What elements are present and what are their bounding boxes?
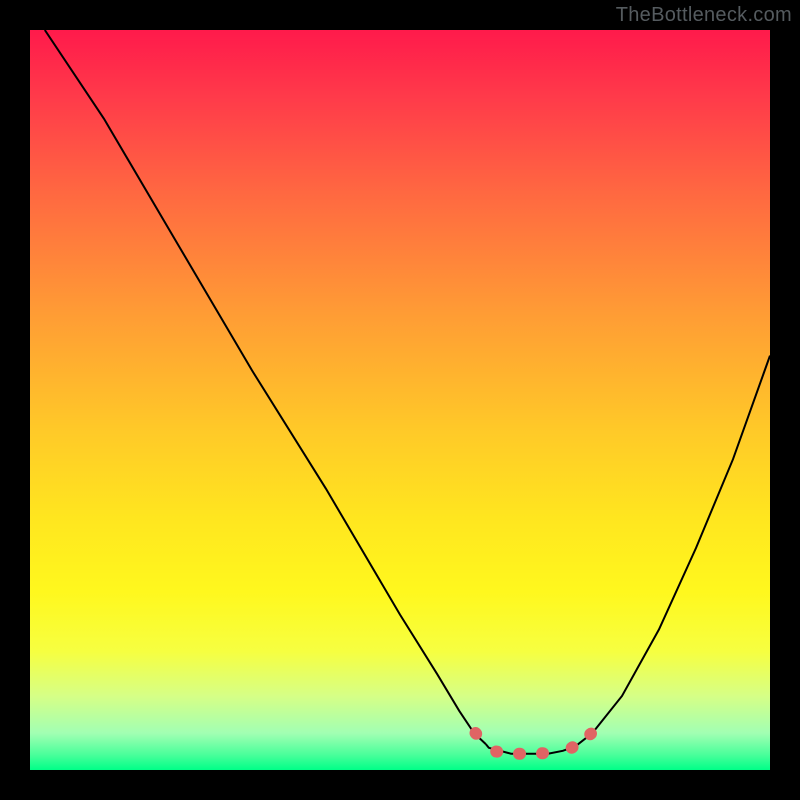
marker-right bbox=[572, 727, 599, 748]
curve-right-branch bbox=[575, 356, 770, 747]
curve-left-branch bbox=[45, 30, 486, 744]
plot-area bbox=[30, 30, 770, 770]
watermark-text: TheBottleneck.com bbox=[616, 4, 792, 27]
curve-layer bbox=[30, 30, 770, 770]
chart-frame: TheBottleneck.com bbox=[0, 0, 800, 800]
